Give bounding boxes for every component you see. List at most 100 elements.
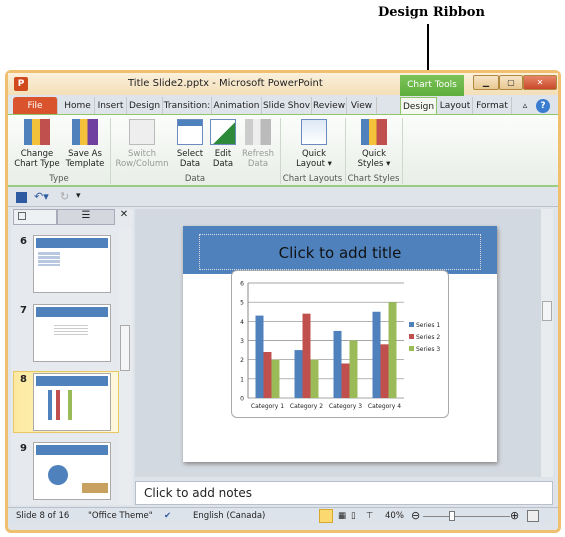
legend-swatch <box>409 346 414 351</box>
select-data-icon <box>177 119 203 145</box>
close-panel-icon[interactable]: ✕ <box>117 209 131 225</box>
tab-animations[interactable]: Animation <box>212 97 262 115</box>
refresh-data-button[interactable]: Refresh Data <box>240 119 276 169</box>
excel-icon <box>210 119 236 145</box>
x-tick-label: Category 2 <box>290 403 323 410</box>
reading-view-icon[interactable]: ▯ <box>351 511 356 521</box>
x-tick-label: Category 3 <box>329 403 362 410</box>
title-placeholder[interactable]: Click to add title <box>199 234 481 270</box>
chart-svg: 0 1 2 3 4 5 6 Category 1 Category 2 Category 3 Cat… <box>240 281 440 411</box>
quick-styles-button[interactable]: Quick Styles ▾ <box>348 119 400 169</box>
redo-icon[interactable]: ↻ <box>60 190 69 203</box>
maximize-button[interactable]: ▢ <box>499 75 523 90</box>
tab-view[interactable]: View <box>347 97 377 115</box>
tab-chart-format[interactable]: Format <box>473 97 512 115</box>
slide-thumbnail-8[interactable] <box>33 373 111 431</box>
zoom-slider[interactable] <box>423 516 510 517</box>
group-type: Type <box>49 174 69 184</box>
slide-sorter-icon[interactable]: ▦ <box>338 511 346 521</box>
legend-label: Series 3 <box>416 346 440 353</box>
y-tick-label: 0 <box>240 396 244 403</box>
slide-thumbnail-7[interactable] <box>33 304 111 362</box>
quick-layout-icon <box>301 119 327 145</box>
ribbon-tabs: File Home Insert Design Transition: Anim… <box>8 95 558 115</box>
switch-row-column-button[interactable]: Switch Row/Column <box>112 119 172 169</box>
select-data-button[interactable]: Select Data <box>174 119 206 169</box>
tab-slide-show[interactable]: Slide Shov <box>262 97 312 115</box>
group-chart-styles: Chart Styles <box>347 174 400 184</box>
tab-design[interactable]: Design <box>127 97 163 115</box>
fit-to-window-icon[interactable] <box>527 510 539 522</box>
tab-review[interactable]: Review <box>312 97 347 115</box>
minimize-button[interactable]: ▁ <box>473 75 499 90</box>
slide-thumbnail-9[interactable] <box>33 442 111 500</box>
slides-tab[interactable] <box>13 209 57 225</box>
quick-access-toolbar: ↶▾ ↻ ▾ <box>8 189 558 207</box>
zoom-slider-thumb[interactable] <box>449 511 456 521</box>
design-ribbon-annotation: Design Ribbon <box>378 5 485 20</box>
tab-insert[interactable]: Insert <box>95 97 127 115</box>
slide-number: 6 <box>20 236 27 247</box>
close-button[interactable]: ✕ <box>523 75 557 90</box>
theme-name: "Office Theme" <box>88 511 153 521</box>
bar-series-1 <box>255 315 264 398</box>
chart-design-ribbon: Change Chart Type Save As Template Switch R… <box>8 114 558 187</box>
language[interactable]: English (Canada) <box>193 511 265 521</box>
notes-pane[interactable]: Click to add notes <box>135 481 553 505</box>
chart-object[interactable]: 0 1 2 3 4 5 6 Category 1 Category 2 Category 3 Cat… <box>231 270 449 418</box>
x-tick-label: Category 4 <box>368 403 401 410</box>
refresh-icon <box>245 119 271 145</box>
edit-data-button[interactable]: Edit Data <box>208 119 238 169</box>
status-bar: Slide 8 of 16 "Office Theme" ✔ English (… <box>8 507 558 525</box>
x-tick-label: Category 1 <box>251 403 284 410</box>
group-data: Data <box>184 174 206 184</box>
zoom-out-icon[interactable]: ⊖ <box>411 509 420 522</box>
slide-canvas: Click to add title 0 1 2 3 4 5 6 Category 1 Cate… <box>183 226 497 462</box>
slides-panel: ☰ ✕ 6 7 8 9 <box>11 209 133 505</box>
minimize-ribbon-icon[interactable]: ▵ <box>518 97 532 115</box>
save-template-icon <box>72 119 98 145</box>
customize-qat-icon[interactable]: ▾ <box>76 191 81 201</box>
normal-view-icon[interactable] <box>319 509 333 523</box>
scroll-thumb[interactable] <box>120 325 130 371</box>
slide-thumbnail-6[interactable] <box>33 235 111 293</box>
tab-file[interactable]: File <box>13 97 58 115</box>
slides-scrollbar[interactable] <box>119 229 131 505</box>
powerpoint-window: P Title Slide2.pptx - Microsoft PowerPoi… <box>5 70 561 533</box>
help-icon[interactable]: ? <box>536 99 550 113</box>
spell-check-icon[interactable]: ✔ <box>164 511 171 521</box>
y-tick-label: 5 <box>240 300 244 307</box>
bar-series-1 <box>294 350 303 398</box>
y-tick-label: 4 <box>240 319 244 326</box>
y-tick-label: 6 <box>240 281 244 288</box>
tab-home[interactable]: Home <box>61 97 95 115</box>
window-title: Title Slide2.pptx - Microsoft PowerPoint <box>128 78 323 89</box>
bar-series-3 <box>310 359 319 398</box>
zoom-level[interactable]: 40% <box>385 511 404 521</box>
save-as-template-button[interactable]: Save As Template <box>62 119 108 169</box>
slides-icon <box>18 212 26 220</box>
change-chart-type-button[interactable]: Change Chart Type <box>14 119 60 169</box>
scroll-thumb[interactable] <box>542 301 552 321</box>
slide-number: 7 <box>20 305 27 316</box>
bar-series-3 <box>349 340 358 398</box>
powerpoint-icon[interactable]: P <box>14 77 28 91</box>
slide-show-icon[interactable]: ⊤ <box>366 511 373 521</box>
undo-icon[interactable]: ↶▾ <box>34 190 49 203</box>
save-icon[interactable] <box>16 192 27 203</box>
slide-scrollbar[interactable] <box>541 209 553 477</box>
bar-series-2 <box>380 344 389 398</box>
legend-label: Series 2 <box>416 334 440 341</box>
tab-chart-layout[interactable]: Layout <box>438 97 473 115</box>
zoom-in-icon[interactable]: ⊕ <box>510 509 519 522</box>
y-tick-label: 1 <box>240 376 244 383</box>
bar-series-2 <box>341 363 350 398</box>
tab-transitions[interactable]: Transition: <box>163 97 212 115</box>
quick-styles-icon <box>361 119 387 145</box>
quick-layout-button[interactable]: Quick Layout ▾ <box>288 119 340 169</box>
slide-count: Slide 8 of 16 <box>16 511 70 521</box>
outline-tab[interactable]: ☰ <box>57 209 115 225</box>
bar-series-1 <box>333 330 342 398</box>
tab-chart-design[interactable]: Design <box>400 97 437 115</box>
chart-tools-context-label: Chart Tools <box>400 75 464 96</box>
